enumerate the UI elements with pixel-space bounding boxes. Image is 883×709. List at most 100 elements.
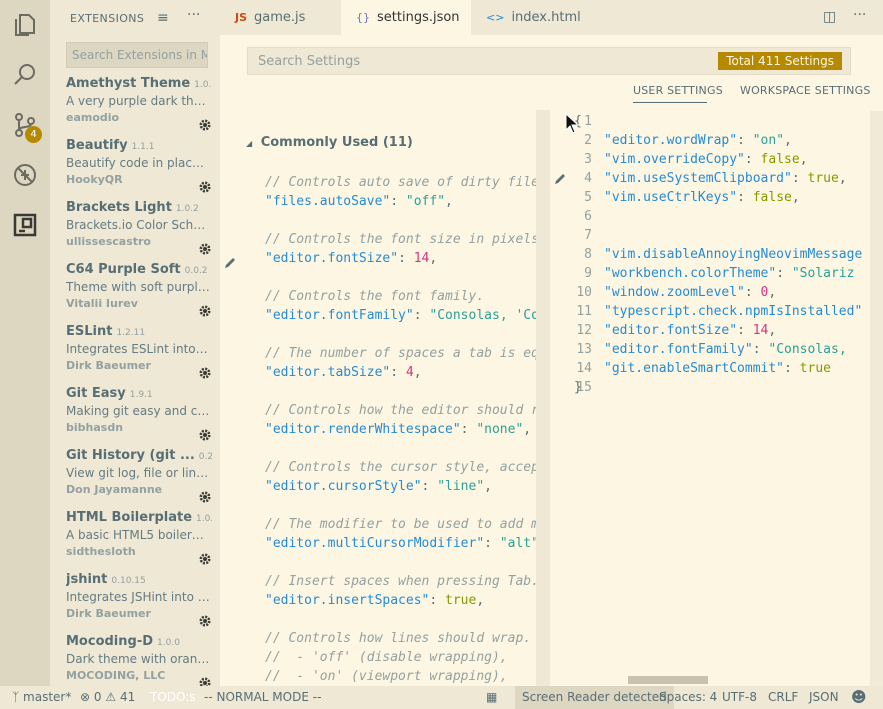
user-setting-line[interactable]: "window.zoomLevel": 0, [604,285,776,300]
line-number: 8 [584,247,592,262]
line-number: 5 [584,190,592,205]
search-icon[interactable] [0,50,50,100]
extension-author: bibhasdn [66,421,124,434]
settings-search-placeholder: Search Settings [258,54,361,69]
extension-description: Beautify code in place fo... [66,156,210,170]
user-setting-line[interactable]: "git.enableSmartCommit": true [604,361,831,376]
encoding-status[interactable]: UTF-8 [722,690,757,704]
tab-label: settings.json [377,10,460,25]
extension-version: 1.0.1 [196,514,212,524]
extension-item[interactable]: Mocoding-D 1.0.0 Dark theme with orange...… [66,634,212,686]
extension-item[interactable]: Git Easy 1.9.1 Making git easy and con... b… [66,386,212,448]
extension-author: eamodio [66,111,120,124]
source-control-icon[interactable] [0,100,50,150]
collapse-icon: ◢ [246,139,253,148]
user-setting-line[interactable]: "vim.useSystemClipboard": true, [604,171,847,186]
extension-name: HTML Boilerplate1.0.1 [66,510,212,525]
default-setting-line: // Controls the cursor style, accepte [265,460,550,475]
extension-description: Integrates JSHint into VS... [66,590,210,604]
js-file-icon: JS [235,11,248,24]
more-actions-icon[interactable]: ··· [187,7,200,23]
extension-version: 0.10.15 [111,576,146,586]
pane-divider[interactable] [536,110,550,686]
extension-author: Dirk Baeumer [66,607,151,620]
gear-icon[interactable] [198,118,212,132]
eol-status[interactable]: CRLF [768,690,798,704]
git-branch[interactable]: ᛉ master* [12,690,71,704]
extension-item[interactable]: Brackets Light 1.0.2 Brackets.io Color Sch… [66,200,212,262]
open-settings-icon[interactable]: ◫ [823,9,836,25]
user-setting-line[interactable]: } [574,380,582,395]
extension-item[interactable]: C64 Purple Soft 0.0.2 Theme with soft purp… [66,262,212,324]
horizontal-scrollbar[interactable] [628,676,708,684]
screen-reader-status[interactable]: Screen Reader detected [515,686,674,709]
edit-pencil-icon[interactable] [222,255,238,271]
gear-icon[interactable] [198,614,212,628]
gear-icon[interactable] [198,552,212,566]
settings-search-input[interactable]: Search Settings Total 411 Settings [247,47,851,75]
tab-workspace-settings[interactable]: WORKSPACE SETTINGS [740,84,871,97]
tab-label: index.html [511,10,581,25]
gear-icon[interactable] [198,366,212,380]
user-setting-line[interactable]: "vim.disableAnnoyingNeovimMessage [604,247,862,262]
edit-pencil-icon[interactable] [552,171,568,187]
extension-author: HookyQR [66,173,123,186]
more-actions-icon[interactable]: ··· [853,7,866,23]
gear-icon[interactable] [198,304,212,318]
line-number: 3 [584,152,592,167]
gear-icon[interactable] [198,180,212,194]
extensions-icon[interactable] [0,200,50,250]
user-setting-line[interactable]: "editor.fontSize": 14, [604,323,776,338]
gear-icon[interactable] [198,676,212,686]
tab-index-html[interactable]: <> index.html [471,0,590,35]
user-settings-pane: 1{2 "editor.wordWrap": "on", 3 "vim.overrid… [550,111,883,686]
extension-version: 1.9.1 [129,390,153,400]
feedback-smiley-icon[interactable]: ☻ [851,688,867,706]
explorer-icon[interactable] [0,0,50,50]
extension-item[interactable]: Git History (git ...0.2.0 View git log, f… [66,448,212,510]
line-number: 12 [576,323,592,338]
terminal-icon[interactable]: ▦ [486,690,497,704]
user-setting-line[interactable]: "editor.fontFamily": "Consolas, [604,342,847,357]
user-setting-line[interactable]: "vim.useCtrlKeys": false, [604,190,800,205]
extension-item[interactable]: jshint 0.10.15 Integrates JSHint into VS..… [66,572,212,634]
default-setting-line: // Controls auto save of dirty files. [265,175,550,190]
extension-item[interactable]: HTML Boilerplate1.0.1 A basic HTML5 boile… [66,510,212,572]
extension-version: 1.1.1 [131,142,155,152]
extension-item[interactable]: Amethyst Theme1.0.0 A very purple dark th… [66,76,212,138]
error-count: 0 [93,690,102,704]
extension-name: Mocoding-D 1.0.0 [66,634,180,649]
extensions-search-input[interactable]: Search Extensions in Ma [66,42,208,68]
gear-icon[interactable] [198,242,212,256]
extension-item[interactable]: Beautify 1.1.1 Beautify code in place fo..… [66,138,212,200]
language-mode[interactable]: JSON [809,690,839,704]
active-tab-underline [633,102,707,103]
clear-extensions-icon[interactable]: ≡ [157,10,169,26]
user-setting-line[interactable]: "workbench.colorTheme": "Solariz [604,266,854,281]
vertical-scrollbar[interactable] [870,111,883,686]
line-number: 10 [576,285,592,300]
default-setting-line: // - 'on' (viewport wrapping), [265,669,508,684]
extension-description: Theme with soft purple ... [66,280,210,294]
extension-item[interactable]: ESLint1.2.11 Integrates ESLint into VS...… [66,324,212,386]
default-setting-line: // Controls how lines should wrap. Ca [265,631,550,646]
json-file-icon: {} [356,11,370,24]
tab-user-settings[interactable]: USER SETTINGS [633,84,723,97]
problems-indicator[interactable]: ⊗ 0 ⚠ 41 [80,690,135,704]
error-icon: ⊗ [80,690,91,704]
extension-name: Amethyst Theme1.0.0 [66,76,212,91]
gear-icon[interactable] [198,428,212,442]
default-setting-line: "editor.fontFamily": "Consolas, 'Cour, [265,308,550,323]
user-setting-line[interactable]: "editor.wordWrap": "on", [604,133,792,148]
gear-icon[interactable] [198,490,212,504]
default-setting-line: // Controls the font size in pixels. [265,232,547,247]
extension-description: A very purple dark them... [66,94,210,108]
user-setting-line[interactable]: "typescript.check.npmIsInstalled" [604,304,862,319]
todo-indicator[interactable]: TODO:s [150,690,196,704]
debug-icon[interactable] [0,150,50,200]
tab-settings-json[interactable]: {} settings.json ✖ [341,0,481,35]
tab-game-js[interactable]: JS game.js [220,0,341,35]
section-header[interactable]: ◢ Commonly Used (11) [246,135,413,150]
indentation-status[interactable]: Spaces: 4 [659,690,717,704]
user-setting-line[interactable]: "vim.overrideCopy": false, [604,152,808,167]
